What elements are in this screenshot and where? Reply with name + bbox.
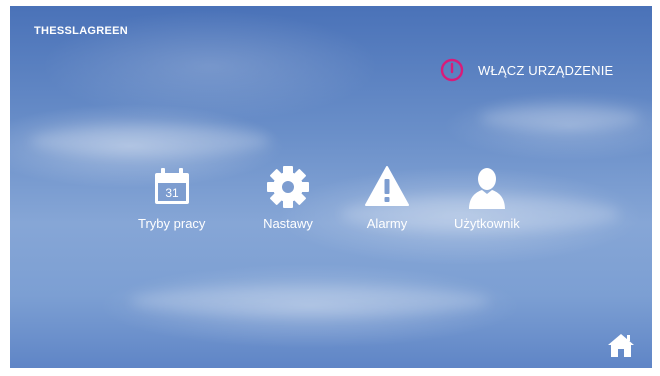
warning-icon	[360, 160, 414, 214]
menu-label: Nastawy	[263, 216, 313, 231]
power-on-button[interactable]: WŁĄCZ URZĄDZENIE	[440, 58, 613, 82]
menu-label: Użytkownik	[454, 216, 520, 231]
power-icon	[440, 58, 464, 82]
main-screen: THESSLAGREEN WŁĄCZ URZĄDZENIE 31 Tryby p…	[10, 6, 652, 368]
gear-icon	[261, 160, 315, 214]
brand-logo: THESSLAGREEN	[34, 25, 129, 37]
calendar-day: 31	[165, 186, 179, 200]
cloud-streak	[130, 286, 490, 316]
home-button[interactable]	[607, 332, 635, 358]
menu-item-alarms[interactable]: Alarmy	[360, 160, 414, 231]
menu-item-user[interactable]: Użytkownik	[454, 160, 520, 231]
home-icon	[608, 334, 634, 357]
cloud-streak	[480, 106, 640, 130]
menu-label: Tryby pracy	[138, 216, 206, 231]
cloud-streak	[30, 126, 270, 156]
menu-label: Alarmy	[366, 216, 408, 231]
power-on-label: WŁĄCZ URZĄDZENIE	[478, 62, 614, 78]
calendar-icon: 31	[145, 160, 199, 214]
user-icon	[460, 160, 514, 214]
menu-item-settings[interactable]: Nastawy	[261, 160, 315, 231]
menu-item-work-modes[interactable]: 31 Tryby pracy	[138, 160, 205, 231]
